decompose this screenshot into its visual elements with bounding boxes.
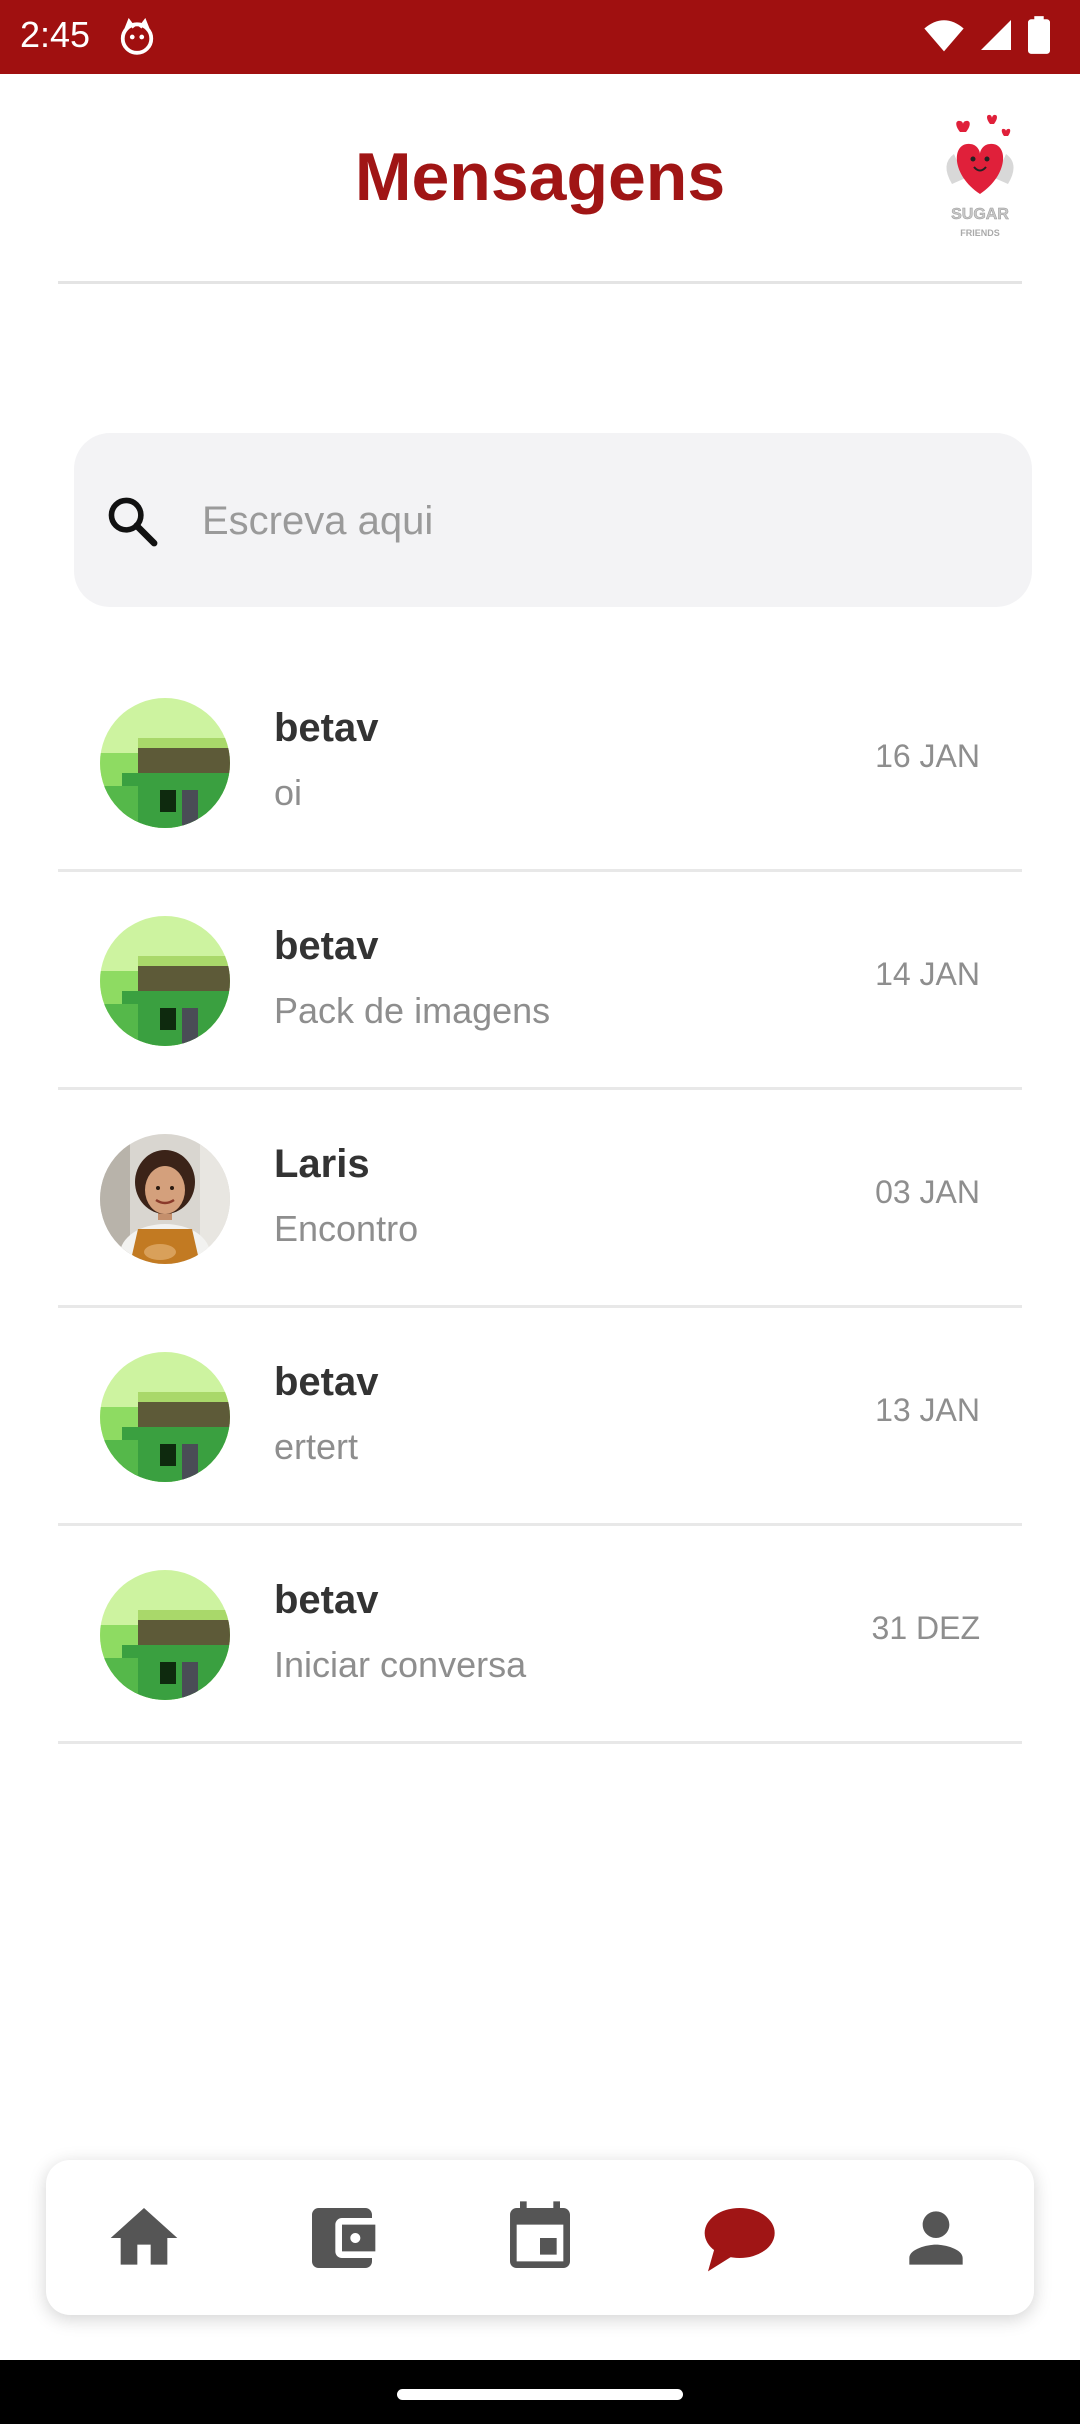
page-title: Mensagens — [354, 139, 726, 215]
conversation-item[interactable]: betav oi 16 JAN — [58, 654, 1022, 872]
calendar-icon — [510, 2200, 570, 2268]
conversation-date: 31 DEZ — [871, 1610, 980, 1646]
conversation-last-message: Pack de imagens — [274, 990, 551, 1031]
conversation-date: 16 JAN — [875, 738, 980, 774]
conversation-date: 14 JAN — [875, 956, 980, 992]
avatar — [100, 698, 230, 828]
conversation-date: 13 JAN — [875, 1392, 980, 1428]
home-icon — [110, 2207, 178, 2265]
bottom-nav — [46, 2160, 1034, 2315]
signal-icon — [981, 20, 1011, 50]
app-notification-icon — [120, 18, 154, 55]
status-time: 2:45 — [20, 14, 91, 55]
nav-home[interactable] — [64, 2160, 224, 2315]
svg-text:SUGAR: SUGAR — [951, 206, 1009, 223]
chat-icon — [704, 2207, 775, 2271]
header-divider — [58, 281, 1022, 284]
conversation-item[interactable]: betav Pack de imagens 14 JAN — [58, 872, 1022, 1090]
avatar — [100, 1134, 230, 1264]
battery-icon — [1028, 16, 1050, 54]
home-gesture-handle[interactable] — [397, 2389, 683, 2400]
avatar — [100, 1352, 230, 1482]
conversation-name: betav — [274, 924, 379, 968]
status-bar: 2:45 — [0, 0, 1080, 74]
nav-profile[interactable] — [856, 2160, 1016, 2315]
avatar — [100, 916, 230, 1046]
nav-messages[interactable] — [658, 2160, 818, 2315]
conversation-item[interactable]: Laris Encontro 03 JAN — [58, 1090, 1022, 1308]
search-icon — [108, 497, 158, 547]
avatar — [100, 1570, 230, 1700]
conversation-last-message: Iniciar conversa — [274, 1644, 527, 1685]
person-icon — [909, 2210, 963, 2265]
nav-wallet[interactable] — [262, 2160, 422, 2315]
svg-text:FRIENDS: FRIENDS — [960, 228, 1000, 238]
conversation-item[interactable]: betav Iniciar conversa 31 DEZ — [58, 1526, 1022, 1744]
search-input[interactable] — [200, 480, 984, 562]
conversation-name: betav — [274, 1360, 379, 1404]
wallet-icon — [312, 2207, 376, 2268]
conversation-last-message: ertert — [274, 1426, 359, 1467]
header: Mensagens SUGAR FRIENDS — [0, 74, 1080, 284]
conversation-name: betav — [274, 1578, 379, 1622]
nav-calendar[interactable] — [460, 2160, 620, 2315]
sugar-friends-logo: SUGAR FRIENDS — [946, 114, 1014, 238]
wifi-icon — [924, 20, 964, 52]
conversation-last-message: Encontro — [274, 1208, 419, 1249]
conversation-date: 03 JAN — [875, 1174, 980, 1210]
conversation-name: betav — [274, 706, 379, 750]
conversation-last-message: oi — [274, 772, 303, 813]
conversation-item[interactable]: betav ertert 13 JAN — [58, 1308, 1022, 1526]
conversation-name: Laris — [274, 1142, 370, 1186]
